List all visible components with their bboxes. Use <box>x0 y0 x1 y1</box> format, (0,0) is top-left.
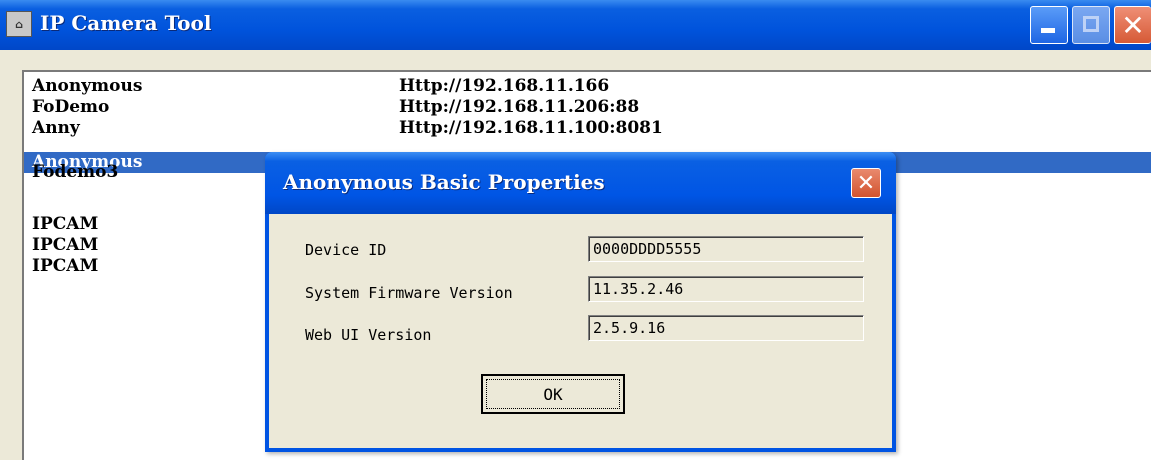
camera-url: Http://192.168.11.166 <box>399 76 610 96</box>
camera-name: Anonymous <box>32 76 143 96</box>
web-ui-version-field[interactable]: 2.5.9.16 <box>588 315 864 341</box>
device-id-field[interactable]: 0000DDDD5555 <box>588 236 864 262</box>
close-button[interactable]: ✕ <box>1114 6 1151 44</box>
camera-name: Anny <box>32 118 80 138</box>
camera-name: Fodemo3 <box>32 162 119 182</box>
camera-name: FoDemo <box>32 97 110 117</box>
maximize-button[interactable] <box>1072 6 1110 44</box>
app-icon[interactable]: ⌂ <box>6 11 32 37</box>
close-icon: ✕ <box>856 170 876 196</box>
camera-url: Http://192.168.11.206:88 <box>399 97 640 117</box>
dialog-title: Anonymous Basic Properties <box>283 170 605 194</box>
list-item[interactable]: Anny Http://192.168.11.100:8081 <box>24 118 1151 139</box>
firmware-version-label: System Firmware Version <box>305 284 513 302</box>
device-id-label: Device ID <box>305 241 387 259</box>
camera-name: IPCAM <box>32 235 99 255</box>
dialog-close-button[interactable]: ✕ <box>851 168 881 198</box>
firmware-version-field[interactable]: 11.35.2.46 <box>588 276 864 302</box>
dialog-body: Device ID 0000DDDD5555 System Firmware V… <box>269 214 892 448</box>
close-icon: ✕ <box>1121 8 1145 42</box>
window-title: IP Camera Tool <box>40 11 212 35</box>
window-titlebar[interactable]: ⌂ IP Camera Tool ✕ <box>0 0 1151 50</box>
list-item[interactable]: Anonymous Http://192.168.11.166 <box>24 76 1151 97</box>
list-item[interactable]: FoDemo Http://192.168.11.206:88 <box>24 97 1151 118</box>
camera-name: IPCAM <box>32 214 99 234</box>
web-ui-version-label: Web UI Version <box>305 326 432 344</box>
ok-button-label: OK <box>486 379 620 409</box>
minimize-button[interactable] <box>1030 6 1068 44</box>
properties-dialog: Anonymous Basic Properties ✕ Device ID 0… <box>265 152 896 452</box>
dialog-titlebar[interactable]: Anonymous Basic Properties ✕ <box>265 152 896 214</box>
camera-name: IPCAM <box>32 256 99 276</box>
camera-url: Http://192.168.11.100:8081 <box>399 118 663 138</box>
ok-button[interactable]: OK <box>481 374 625 414</box>
